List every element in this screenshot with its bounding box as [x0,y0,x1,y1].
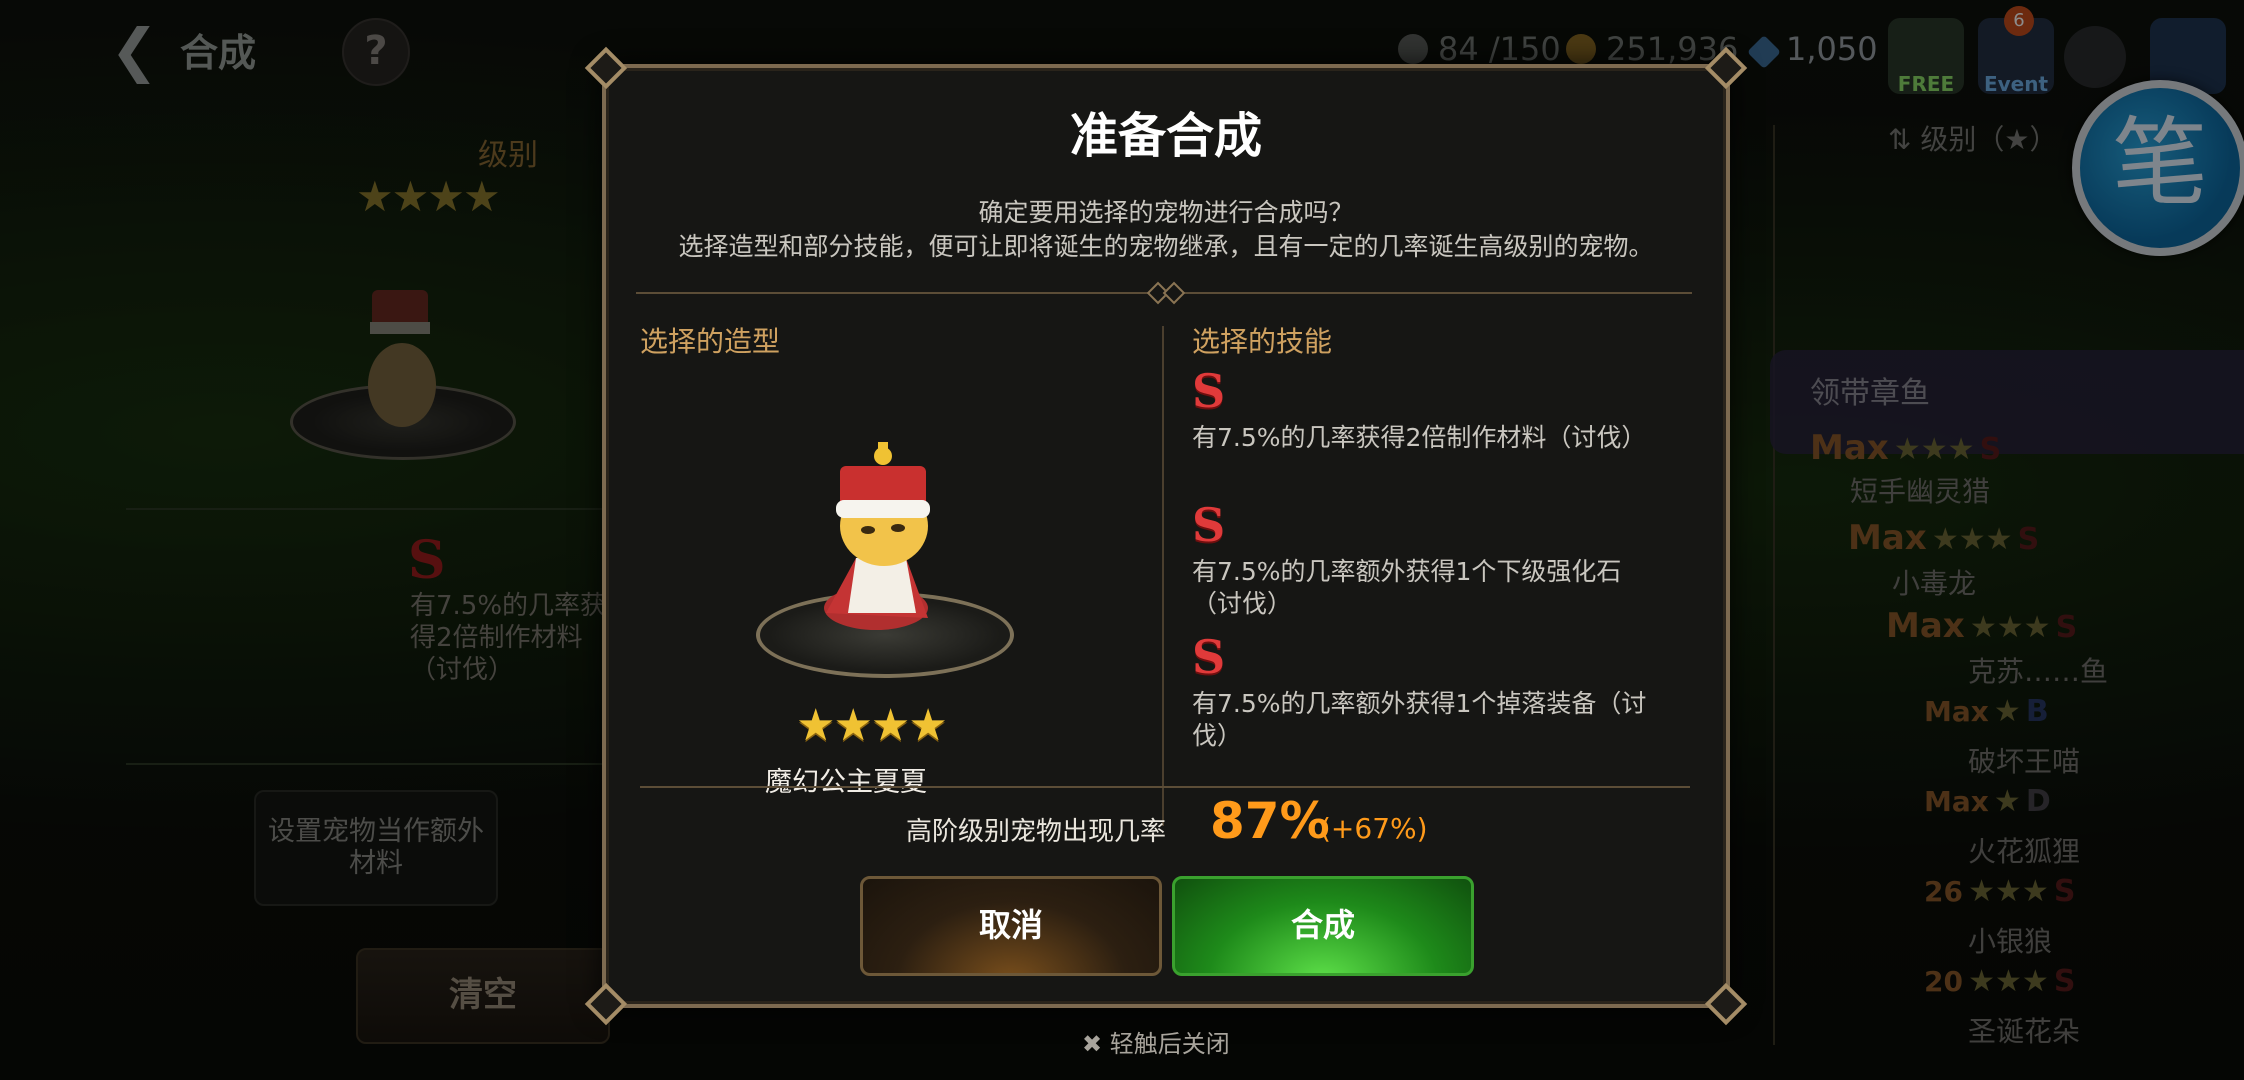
tap-to-close-hint[interactable]: ✖ 轻触后关闭 [1082,1024,1230,1059]
pet-star-rating: ★★★★ [796,700,948,751]
divider-ornament [1162,281,1186,305]
description-line-2: 选择造型和部分技能，便可让即将诞生的宠物继承，且有一定的几率诞生高级别的宠物。 [678,232,1654,261]
description-line-1: 确定要用选择的宠物进行合成吗？ [978,198,1354,227]
footer-divider [640,786,1690,788]
close-icon: ✖ [1082,1030,1103,1058]
selected-look-heading: 选择的造型 [640,325,781,358]
princess-pet-sprite-icon [824,442,930,630]
pet-name: 魔幻公主夏夏 [765,767,927,798]
rate-label: 高阶级别宠物出现几率 [906,817,1167,847]
synthesize-button[interactable]: 合成 [1172,876,1474,976]
selected-skills-heading: 选择的技能 [1192,325,1333,358]
close-hint-label: 轻触后关闭 [1109,1030,1230,1058]
skill-description: 有7.5%的几率额外获得1个掉落装备（讨伐） [1192,689,1647,750]
skill-grade-s-icon: S [1192,498,1226,552]
dialog-description: 确定要用选择的宠物进行合成吗？ 选择造型和部分技能，便可让即将诞生的宠物继承，且… [626,196,1706,264]
rate-value: 87% [1210,792,1330,850]
skill-grade-s-icon: S [1192,630,1226,684]
rate-increase: (+67%) [1320,812,1428,845]
dialog-title: 准备合成 [1069,108,1262,164]
skill-grade-s-icon: S [1192,364,1226,418]
synthesis-dialog: 准备合成 确定要用选择的宠物进行合成吗？ 选择造型和部分技能，便可让即将诞生的宠… [584,46,1748,1026]
skill-description: 有7.5%的几率额外获得1个下级强化石（讨伐） [1192,557,1622,618]
column-divider [1162,326,1164,826]
skill-description: 有7.5%的几率获得2倍制作材料（讨伐） [1192,423,1647,452]
selected-pet-preview [756,408,1016,678]
cancel-button[interactable]: 取消 [860,876,1162,976]
